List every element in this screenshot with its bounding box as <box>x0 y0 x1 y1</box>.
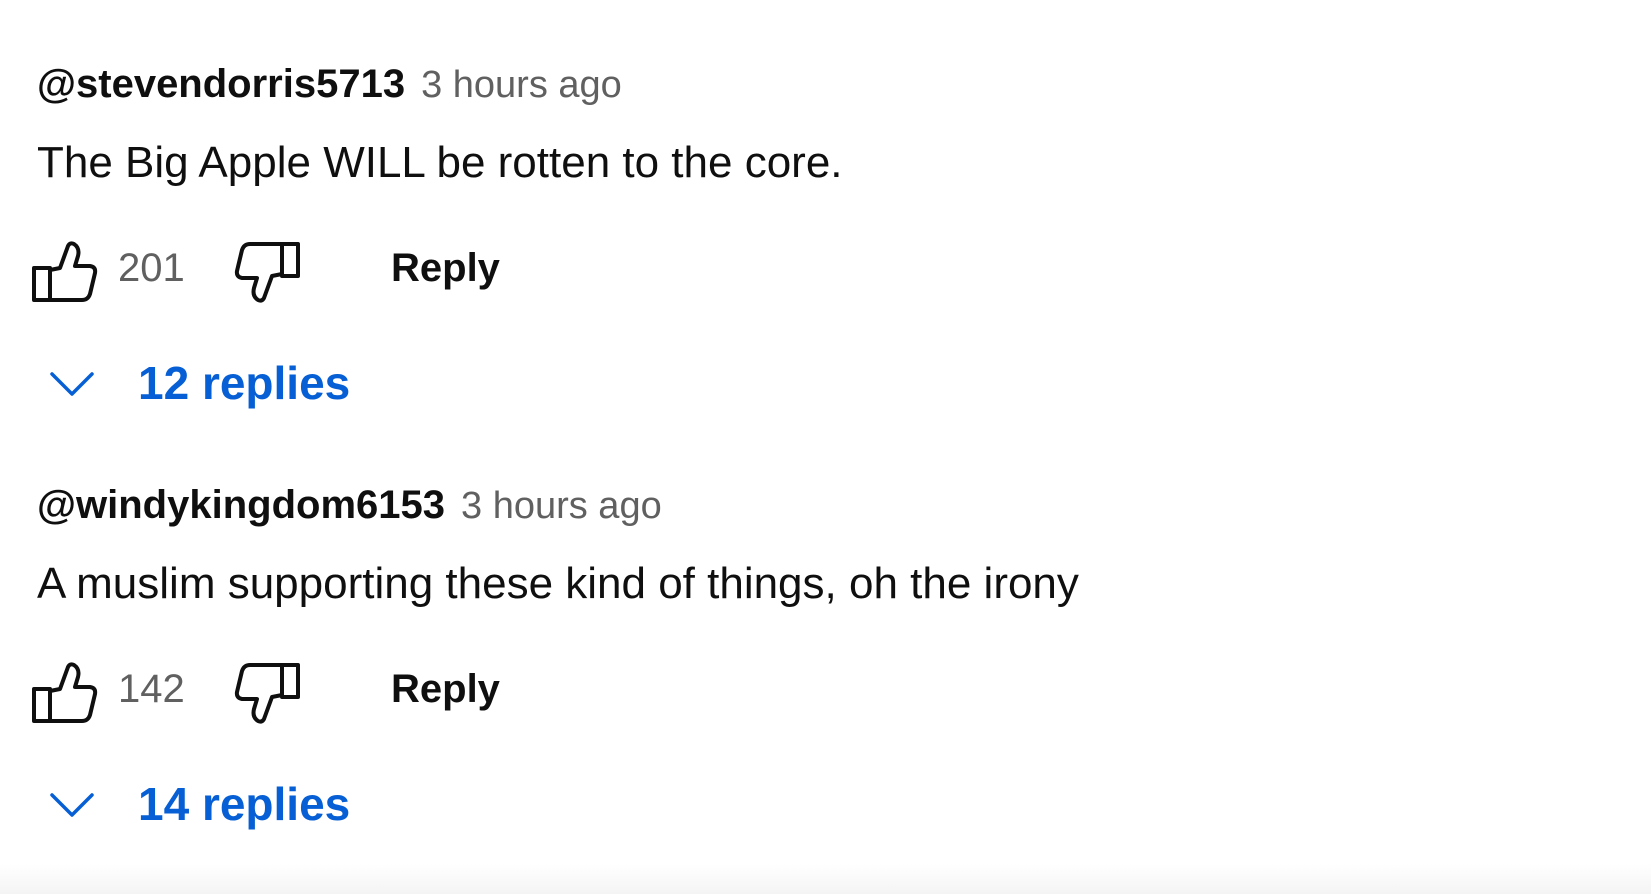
dislike-button[interactable] <box>234 661 302 725</box>
like-count: 201 <box>118 246 185 290</box>
comment-author[interactable]: @stevendorris5713 <box>37 62 405 107</box>
thumbs-up-icon <box>32 241 98 302</box>
replies-count-label: 14 replies <box>138 778 351 830</box>
comment-header: @windykingdom6153 3 hours ago <box>37 483 662 539</box>
thumbs-down-icon <box>234 663 300 724</box>
comment-text: The Big Apple WILL be rotten to the core… <box>37 138 843 187</box>
like-count: 142 <box>118 667 185 711</box>
dislike-button[interactable] <box>234 240 302 304</box>
comment-author[interactable]: @windykingdom6153 <box>37 483 445 528</box>
like-button[interactable] <box>30 240 98 304</box>
reply-button[interactable]: Reply <box>391 667 500 712</box>
comment-header: @stevendorris5713 3 hours ago <box>37 62 622 118</box>
comment-text: A muslim supporting these kind of things… <box>37 559 1079 608</box>
comment-action-bar: 201 Reply <box>0 234 700 310</box>
scroll-fade <box>0 864 1651 894</box>
thumbs-up-icon <box>32 662 98 723</box>
view-replies-button[interactable]: 14 replies <box>48 769 350 839</box>
reply-button[interactable]: Reply <box>391 246 500 291</box>
thumbs-down-icon <box>234 242 300 303</box>
replies-count-label: 12 replies <box>138 357 351 409</box>
chevron-down-icon <box>50 793 94 817</box>
view-replies-button[interactable]: 12 replies <box>48 348 350 418</box>
comment-action-bar: 142 Reply <box>0 655 700 731</box>
chevron-down-icon <box>50 372 94 396</box>
comment-timestamp[interactable]: 3 hours ago <box>461 485 662 528</box>
comment-timestamp[interactable]: 3 hours ago <box>421 64 622 107</box>
like-button[interactable] <box>30 661 98 725</box>
